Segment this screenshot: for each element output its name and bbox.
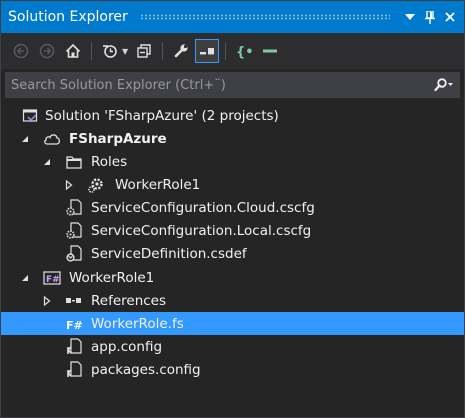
title-grip[interactable] [139, 14, 390, 20]
tree-item-label: Solution 'FSharpAzure' (2 projects) [45, 107, 279, 124]
properties-icon[interactable] [169, 39, 193, 63]
history-dropdown-icon[interactable]: ▼ [122, 47, 128, 56]
config-file-icon [65, 337, 83, 356]
forward-icon[interactable] [35, 39, 59, 63]
tree-item-file[interactable]: ServiceConfiguration.Cloud.cscfg [1, 196, 464, 219]
back-icon[interactable] [9, 39, 33, 63]
toolbar-separator [91, 42, 92, 60]
tree-item-roles-folder[interactable]: Roles [1, 150, 464, 173]
config-file-icon [65, 360, 83, 379]
code-icon[interactable]: {•} [232, 39, 256, 63]
window-dropdown-icon[interactable] [400, 7, 420, 27]
worker-role-icon [87, 176, 105, 194]
fsharp-project-icon: F# [43, 269, 61, 287]
toolbar-separator [162, 42, 164, 60]
tree-item-label: References [91, 292, 167, 309]
folder-icon [65, 153, 83, 171]
pin-icon[interactable] [420, 7, 440, 27]
minus-icon[interactable] [258, 39, 282, 63]
expanded-arrow-icon[interactable] [19, 272, 31, 284]
fsharp-file-icon: F# [65, 315, 83, 333]
tree-item-label: ServiceDefinition.csdef [91, 245, 247, 262]
tree-item-label: WorkerRole1 [115, 176, 201, 193]
tree-item-label: app.config [91, 338, 163, 355]
svg-text:F#: F# [46, 275, 60, 285]
tree-item-label: ServiceConfiguration.Cloud.cscfg [91, 199, 315, 216]
tree-item-solution[interactable]: Solution 'FSharpAzure' (2 projects) [1, 104, 464, 127]
tree-item-file[interactable]: app.config [1, 335, 464, 358]
tree-item-worker-role[interactable]: WorkerRole1 [1, 173, 464, 196]
home-icon[interactable] [61, 39, 85, 63]
search-box[interactable]: Search Solution Explorer (Ctrl+¨) [5, 72, 460, 98]
tree-item-label: FSharpAzure [69, 130, 167, 147]
config-file-icon [65, 198, 83, 217]
tree-item-label: ServiceConfiguration.Local.cscfg [91, 222, 312, 239]
search-input[interactable]: Search Solution Explorer (Ctrl+¨) [5, 78, 428, 93]
references-icon [65, 292, 83, 310]
title-bar: Solution Explorer [1, 1, 464, 33]
tree-item-cloud-project[interactable]: FSharpAzure [1, 127, 464, 150]
cloud-project-icon [43, 130, 61, 148]
tree-item-references[interactable]: References [1, 289, 464, 312]
tree-item-label: WorkerRole.fs [91, 315, 184, 332]
solution-icon [21, 107, 39, 125]
toolbar: ▼ {•} [1, 33, 464, 69]
tree-item-file[interactable]: packages.config [1, 358, 464, 381]
svg-text:F#: F# [66, 319, 83, 331]
svg-text:{•}: {•} [236, 45, 253, 59]
window-title: Solution Explorer [8, 9, 128, 25]
tree-item-selected-file[interactable]: F# WorkerRole.fs [1, 312, 464, 335]
tree-item-label: WorkerRole1 [69, 269, 155, 286]
history-icon[interactable] [98, 39, 122, 63]
config-file-icon [65, 221, 83, 240]
show-all-files-icon[interactable] [195, 39, 220, 63]
tree-item-fsharp-project[interactable]: F# WorkerRole1 [1, 266, 464, 289]
expanded-arrow-icon[interactable] [19, 133, 31, 145]
expanded-arrow-icon[interactable] [41, 156, 53, 168]
tree-item-label: Roles [91, 153, 128, 170]
toolbar-separator [225, 42, 227, 60]
search-icon[interactable] [428, 78, 460, 92]
collapsed-arrow-icon[interactable] [63, 179, 75, 191]
tree-item-file[interactable]: ServiceDefinition.csdef [1, 242, 464, 265]
tree-item-file[interactable]: ServiceConfiguration.Local.cscfg [1, 219, 464, 242]
definition-file-icon [65, 244, 83, 263]
collapsed-arrow-icon[interactable] [41, 295, 53, 307]
close-icon[interactable] [440, 7, 460, 27]
collapse-all-icon[interactable] [132, 39, 156, 63]
solution-explorer-window: Solution Explorer ▼ {• Search Solution E… [0, 0, 465, 418]
tree-item-label: packages.config [91, 361, 201, 378]
